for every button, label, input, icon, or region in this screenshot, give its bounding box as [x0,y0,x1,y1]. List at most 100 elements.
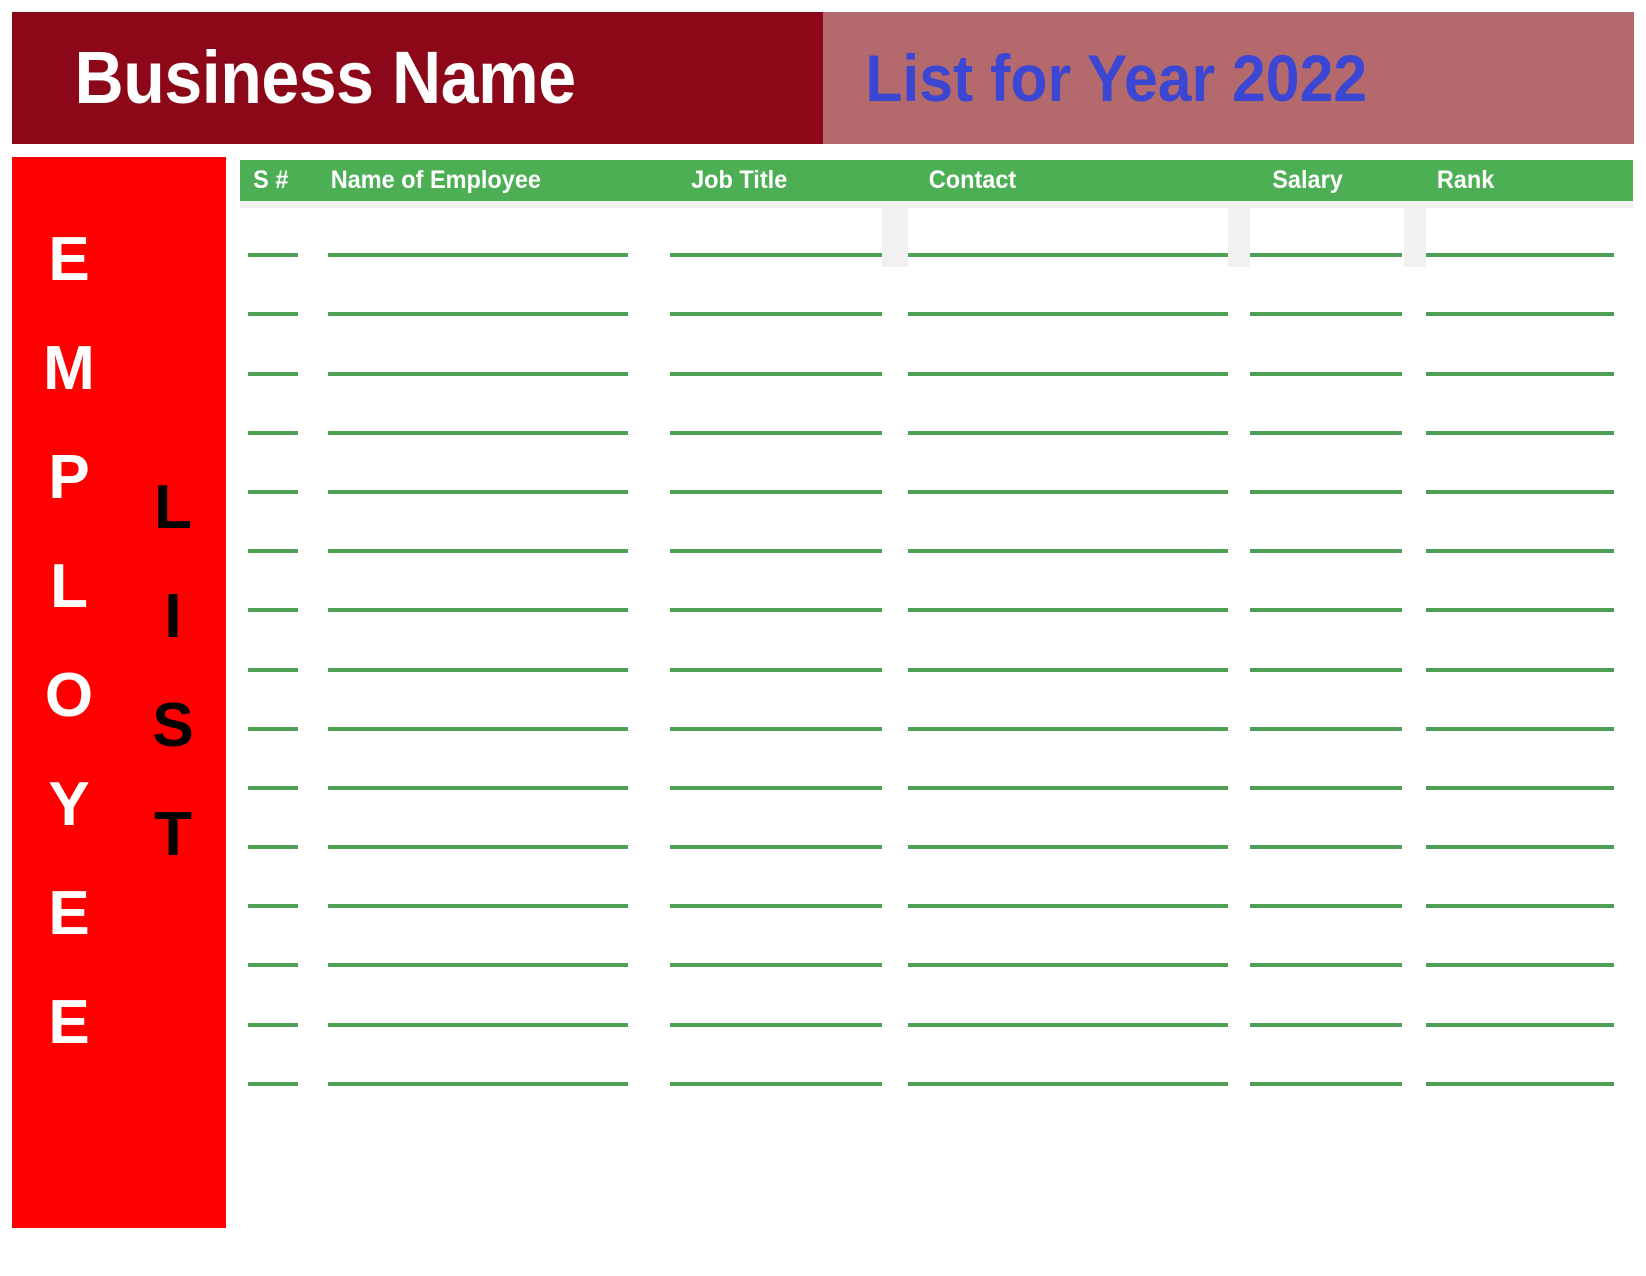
write-in-line[interactable] [670,726,882,731]
table-row[interactable] [240,445,1633,504]
table-row[interactable] [240,741,1633,800]
write-in-line[interactable] [1250,489,1402,494]
write-in-line[interactable] [1426,608,1614,613]
column-header-name-of-employee[interactable]: Name of Employee [331,160,541,201]
write-in-line[interactable] [248,253,298,258]
write-in-line[interactable] [670,904,882,909]
write-in-line[interactable] [908,312,1228,317]
write-in-line[interactable] [328,371,628,376]
write-in-line[interactable] [1426,667,1614,672]
write-in-line[interactable] [908,785,1228,790]
write-in-line[interactable] [1250,904,1402,909]
write-in-line[interactable] [248,1022,298,1027]
write-in-line[interactable] [1250,608,1402,613]
write-in-line[interactable] [908,1081,1228,1086]
write-in-line[interactable] [670,253,882,258]
write-in-line[interactable] [328,785,628,790]
write-in-line[interactable] [670,549,882,554]
write-in-line[interactable] [1250,312,1402,317]
column-header-job-title[interactable]: Job Title [691,160,787,201]
write-in-line[interactable] [1426,430,1614,435]
write-in-line[interactable] [1426,489,1614,494]
column-header-s[interactable]: S # [253,160,288,201]
write-in-line[interactable] [248,430,298,435]
write-in-line[interactable] [328,904,628,909]
write-in-line[interactable] [328,1022,628,1027]
write-in-line[interactable] [248,785,298,790]
write-in-line[interactable] [1250,785,1402,790]
write-in-line[interactable] [908,549,1228,554]
write-in-line[interactable] [670,371,882,376]
write-in-line[interactable] [908,430,1228,435]
write-in-line[interactable] [1250,549,1402,554]
write-in-line[interactable] [908,253,1228,258]
write-in-line[interactable] [248,726,298,731]
write-in-line[interactable] [908,371,1228,376]
write-in-line[interactable] [1250,1081,1402,1086]
write-in-line[interactable] [908,726,1228,731]
write-in-line[interactable] [1426,1022,1614,1027]
write-in-line[interactable] [328,489,628,494]
table-row[interactable] [240,326,1633,385]
write-in-line[interactable] [908,608,1228,613]
write-in-line[interactable] [908,489,1228,494]
write-in-line[interactable] [1250,430,1402,435]
write-in-line[interactable] [670,785,882,790]
write-in-line[interactable] [1250,253,1402,258]
column-header-contact[interactable]: Contact [929,160,1016,201]
write-in-line[interactable] [1426,785,1614,790]
table-row[interactable] [240,977,1633,1036]
write-in-line[interactable] [908,904,1228,909]
table-row[interactable] [240,622,1633,681]
write-in-line[interactable] [248,904,298,909]
write-in-line[interactable] [670,845,882,850]
write-in-line[interactable] [670,430,882,435]
write-in-line[interactable] [248,1081,298,1086]
table-row[interactable] [240,859,1633,918]
write-in-line[interactable] [1426,371,1614,376]
write-in-line[interactable] [1250,667,1402,672]
write-in-line[interactable] [1250,371,1402,376]
table-row[interactable] [240,918,1633,977]
write-in-line[interactable] [908,667,1228,672]
write-in-line[interactable] [670,667,882,672]
write-in-line[interactable] [908,1022,1228,1027]
write-in-line[interactable] [670,312,882,317]
write-in-line[interactable] [1250,845,1402,850]
write-in-line[interactable] [248,371,298,376]
write-in-line[interactable] [1426,549,1614,554]
table-row[interactable] [240,1037,1633,1096]
column-header-salary[interactable]: Salary [1272,160,1343,201]
write-in-line[interactable] [1250,963,1402,968]
write-in-line[interactable] [328,253,628,258]
table-row[interactable] [240,208,1633,268]
write-in-line[interactable] [1426,726,1614,731]
column-header-rank[interactable]: Rank [1437,160,1494,201]
write-in-line[interactable] [328,312,628,317]
write-in-line[interactable] [1426,963,1614,968]
table-row[interactable] [240,563,1633,622]
write-in-line[interactable] [670,963,882,968]
write-in-line[interactable] [248,312,298,317]
write-in-line[interactable] [1426,904,1614,909]
write-in-line[interactable] [248,667,298,672]
table-row[interactable] [240,504,1633,563]
write-in-line[interactable] [248,845,298,850]
write-in-line[interactable] [670,1081,882,1086]
write-in-line[interactable] [670,608,882,613]
write-in-line[interactable] [328,963,628,968]
write-in-line[interactable] [328,430,628,435]
write-in-line[interactable] [248,549,298,554]
write-in-line[interactable] [248,963,298,968]
write-in-line[interactable] [670,489,882,494]
table-row[interactable] [240,386,1633,445]
write-in-line[interactable] [328,667,628,672]
write-in-line[interactable] [328,726,628,731]
write-in-line[interactable] [908,963,1228,968]
write-in-line[interactable] [328,845,628,850]
write-in-line[interactable] [328,608,628,613]
write-in-line[interactable] [248,608,298,613]
write-in-line[interactable] [328,549,628,554]
write-in-line[interactable] [670,1022,882,1027]
write-in-line[interactable] [1250,726,1402,731]
